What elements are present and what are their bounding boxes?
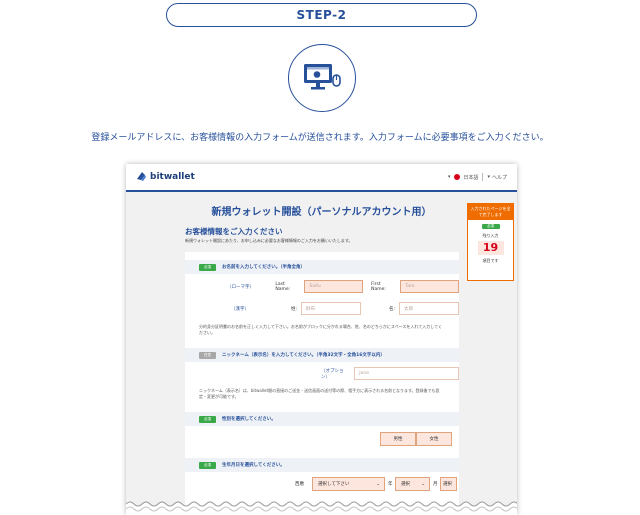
male-button[interactable]: 男性: [380, 432, 416, 446]
nickname-input[interactable]: Jone: [354, 367, 459, 380]
form-panel: 必須 お名前を入力してください。（半角全角） （ローマ字） Last Name:…: [185, 252, 459, 515]
birth-year-select[interactable]: 選択して下さい ⌄: [312, 477, 385, 491]
birth-day-select[interactable]: 選択: [440, 477, 457, 491]
nickname-block: 任意 ニックネーム（表示名）を入力してください。（半角32文字・全角16文字以内…: [185, 348, 459, 362]
nickname-note: ニックネーム（表示名）は、bitwallet間の直接のご送金・送信画面の送付等の…: [199, 388, 440, 399]
brand-name: bitwallet: [150, 171, 195, 182]
torn-edge-decoration: [126, 501, 517, 515]
monitor-mouse-icon: [288, 44, 356, 112]
female-button[interactable]: 女性: [416, 432, 452, 446]
remaining-label: 残り入力: [482, 233, 499, 238]
help-link[interactable]: ヘルプ: [492, 174, 507, 181]
header-controls: ▾ 日本語 ▾ ヘルプ: [448, 173, 507, 181]
section-title: お客様情報をご入力ください: [185, 227, 283, 236]
remaining-unit: 項目です: [482, 258, 499, 263]
gender-block-header: 必須 性別を選択してください。: [185, 412, 459, 426]
required-tag: 必須: [199, 415, 216, 423]
birthdate-block-label: 生年月日を選択してください。: [222, 463, 285, 468]
optional-tag: 任意: [199, 351, 216, 359]
birth-month-select[interactable]: 選択 ⌄: [395, 477, 430, 491]
site-header: bitwallet ▾ 日本語 ▾ ヘルプ: [126, 164, 517, 192]
name-block-label: お名前を入力してください。（半角全角）: [222, 265, 305, 270]
remaining-count: 19: [477, 241, 504, 255]
form-screenshot: bitwallet ▾ 日本語 ▾ ヘルプ 新規ウォレット開設（パーソナルアカウ…: [126, 164, 517, 515]
progress-panel: 入力されたページを全て完了します 必須 残り入力 19 項目です: [467, 203, 514, 281]
japan-flag-icon: [454, 174, 461, 180]
step-label: STEP-2: [166, 3, 477, 27]
chevron-down-icon: ⌄: [376, 481, 380, 487]
name-block: 必須 お名前を入力してください。（半角全角）: [185, 260, 459, 274]
birth-month-value: 選択: [401, 482, 410, 487]
kanji-label: （漢字）: [231, 306, 249, 312]
required-tag: 必須: [199, 263, 216, 271]
language-selector[interactable]: 日本語: [463, 174, 478, 181]
mei-label: 名:: [388, 306, 396, 312]
option-label: （オプション）: [321, 368, 344, 380]
year-suffix: 年: [388, 482, 393, 487]
first-name-input[interactable]: Taro: [400, 280, 459, 293]
birthdate-block: 必須 生年月日を選択してください。: [185, 458, 459, 472]
nickname-row: （オプション） Jone: [321, 367, 459, 380]
kanji-name-row: （漢字） 姓: 財布 名: 太郎: [231, 302, 459, 315]
name-block-header: 必須 お名前を入力してください。（半角全角）: [185, 260, 459, 274]
chevron-down-icon: ▾: [487, 174, 490, 180]
roman-name-row: （ローマ字） Last Name: Saifu First Name: Taro: [227, 280, 459, 293]
month-suffix: 月: [433, 482, 438, 487]
nickname-block-label: ニックネーム（表示名）を入力してください。（半角32文字・全角16文字以内）: [222, 353, 385, 358]
chevron-down-icon: ▾: [447, 174, 451, 180]
sei-label: 姓:: [290, 306, 298, 312]
roman-label: （ローマ字）: [227, 284, 254, 290]
instruction-text: 登録メールアドレスに、お客様情報の入力フォームが送信されます。入力フォームに必要…: [91, 133, 549, 143]
name-note: 分的身分証明書のお名前を正しく入力して下さい。お名前がブロックに分かれる場合、姓…: [199, 324, 443, 335]
nickname-block-header: 任意 ニックネーム（表示名）を入力してください。（半角32文字・全角16文字以内…: [185, 348, 459, 362]
brand-logo[interactable]: bitwallet: [136, 171, 195, 182]
birth-year-value: 選択して下さい: [318, 482, 350, 487]
last-name-input[interactable]: Saifu: [304, 280, 364, 293]
sei-input[interactable]: 財布: [301, 302, 361, 315]
gender-block: 必須 性別を選択してください。: [185, 412, 459, 426]
chevron-down-icon: ⌄: [421, 481, 425, 487]
first-name-label: First Name:: [371, 281, 386, 292]
required-tag: 必須: [199, 461, 216, 469]
birth-day-value: 選択: [443, 482, 452, 487]
required-tag: 必須: [481, 224, 500, 229]
gender-block-label: 性別を選択してください。: [222, 417, 276, 422]
bitwallet-logo-icon: [137, 172, 146, 181]
birthdate-block-header: 必須 生年月日を選択してください。: [185, 458, 459, 472]
era-label: 西暦: [295, 482, 304, 487]
progress-heading: 入力されたページを全て完了します: [468, 204, 513, 220]
mei-input[interactable]: 太郎: [399, 302, 459, 315]
header-divider: [482, 173, 484, 181]
page-title: 新規ウォレット開設（パーソナルアカウント用）: [211, 207, 432, 218]
section-subtitle: 新規ウォレット開設にあたり、お申し込みに必要なお客様情報のご入力をお願いいたしま…: [185, 238, 353, 243]
last-name-label: Last Name:: [275, 281, 291, 292]
